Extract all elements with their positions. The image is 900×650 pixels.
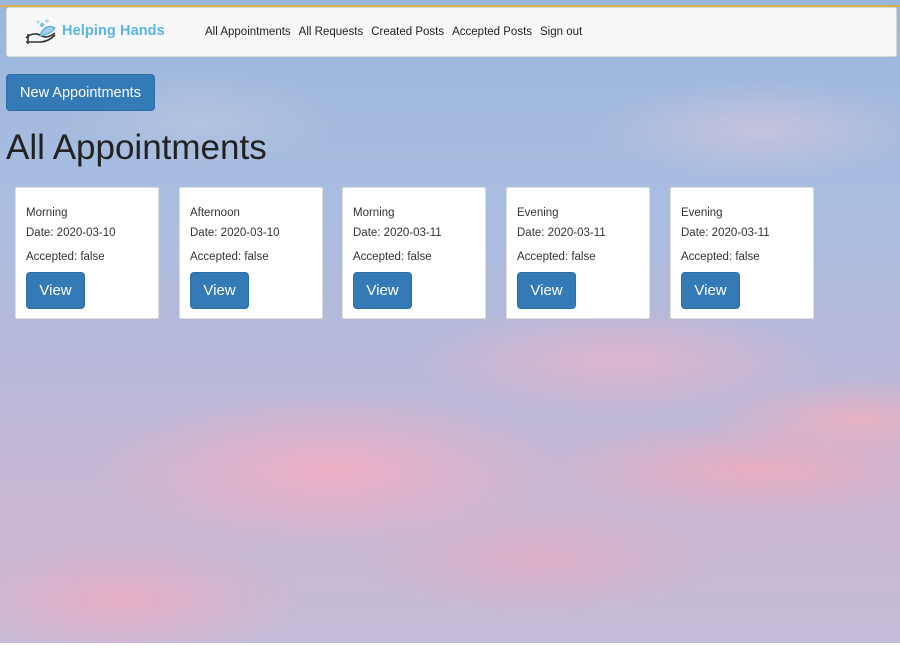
nav-link-created-posts[interactable]: Created Posts [371, 26, 444, 38]
appointment-date: Date: 2020-03-11 [517, 227, 606, 239]
nav-link-all-appointments[interactable]: All Appointments [205, 26, 291, 38]
appointment-accepted: Accepted: false [517, 251, 596, 263]
appointment-date: Date: 2020-03-10 [26, 227, 116, 239]
appointment-date: Date: 2020-03-11 [681, 227, 770, 239]
appointment-card: Morning Date: 2020-03-11 Accepted: false… [342, 187, 486, 319]
appointment-accepted: Accepted: false [190, 251, 269, 263]
view-button[interactable]: View [353, 272, 412, 309]
nav-link-all-requests[interactable]: All Requests [299, 26, 364, 38]
view-button[interactable]: View [517, 272, 576, 309]
helping-hands-logo-icon [22, 16, 60, 46]
appointment-time: Afternoon [190, 207, 240, 219]
view-button[interactable]: View [26, 272, 85, 309]
appointment-card: Morning Date: 2020-03-10 Accepted: false… [15, 187, 159, 319]
appointment-time: Morning [26, 207, 68, 219]
appointment-date: Date: 2020-03-10 [190, 227, 280, 239]
appointment-time: Evening [681, 207, 723, 219]
appointment-date: Date: 2020-03-11 [353, 227, 442, 239]
brand-name: Helping Hands [62, 23, 165, 39]
appointment-accepted: Accepted: false [26, 251, 105, 263]
appointment-time: Morning [353, 207, 395, 219]
appointment-card: Evening Date: 2020-03-11 Accepted: false… [670, 187, 814, 319]
view-button[interactable]: View [681, 272, 740, 309]
nav-link-accepted-posts[interactable]: Accepted Posts [452, 26, 532, 38]
bottom-strip [0, 643, 900, 650]
page-title: All Appointments [6, 128, 267, 167]
new-appointments-button[interactable]: New Appointments [6, 74, 155, 111]
nav-link-sign-out[interactable]: Sign out [540, 26, 582, 38]
brand[interactable]: Helping Hands [22, 16, 165, 46]
appointment-card: Evening Date: 2020-03-11 Accepted: false… [506, 187, 650, 319]
appointment-accepted: Accepted: false [681, 251, 760, 263]
appointment-time: Evening [517, 207, 559, 219]
nav-links: All Appointments All Requests Created Po… [205, 26, 590, 38]
appointment-card: Afternoon Date: 2020-03-10 Accepted: fal… [179, 187, 323, 319]
appointment-accepted: Accepted: false [353, 251, 432, 263]
view-button[interactable]: View [190, 272, 249, 309]
